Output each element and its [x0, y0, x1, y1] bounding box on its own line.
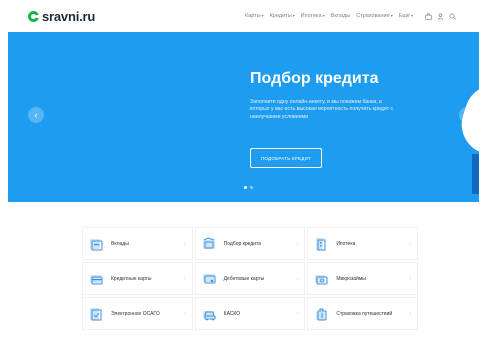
- category-credit-cards[interactable]: Кредитные карты ›: [82, 262, 193, 295]
- category-label: Страховка путешествий: [336, 310, 393, 317]
- mortgage-icon: [316, 237, 326, 250]
- nav-item-deposits[interactable]: Вклады: [331, 13, 351, 19]
- chevron-down-icon: ▾: [390, 13, 393, 18]
- chevron-right-icon: ›: [296, 275, 299, 282]
- nav-icons: [425, 12, 456, 20]
- carousel-prev-button[interactable]: ‹: [28, 107, 44, 123]
- chevron-right-icon: ›: [409, 275, 411, 282]
- category-debit-cards[interactable]: Дебетовые карты ›: [194, 262, 306, 295]
- category-label: Ипотека: [336, 240, 356, 247]
- nav-item-credits[interactable]: Кредиты▾: [270, 13, 295, 19]
- hero-title: Подбор кредита: [250, 70, 379, 87]
- category-grid: Вклады › Подбор кредита › Ипотека › Кред…: [82, 227, 418, 330]
- chevron-down-icon: ▾: [322, 13, 325, 18]
- carousel-dots: [244, 186, 253, 189]
- deposit-icon: [90, 238, 103, 250]
- user-icon[interactable]: [437, 12, 444, 20]
- briefcase-icon[interactable]: [425, 12, 432, 20]
- chevron-right-icon: ›: [183, 310, 186, 317]
- nav-item-insurance[interactable]: Страхование▾: [356, 13, 392, 19]
- site-header: sravni.ru Карты▾ Кредиты▾ Ипотека▾ Вклад…: [0, 0, 486, 32]
- search-icon[interactable]: [449, 12, 456, 20]
- category-mortgage[interactable]: Ипотека ›: [307, 227, 418, 260]
- category-label: КАСКО: [223, 310, 241, 317]
- logo-icon: [28, 10, 40, 22]
- chevron-right-icon: ›: [465, 109, 469, 120]
- category-label: Подбор кредита: [223, 240, 262, 247]
- category-label: Микрозаймы: [336, 275, 366, 282]
- chevron-down-icon: ▾: [292, 13, 295, 18]
- logo-text: sravni.ru: [42, 8, 96, 24]
- carousel-next-button[interactable]: ›: [459, 107, 475, 123]
- hero-banner: Подбор кредита Заполните одну онлайн-анк…: [8, 32, 479, 202]
- hero-description: Заполните одну онлайн-анкету, и мы покаж…: [250, 99, 394, 120]
- osago-icon: [90, 307, 102, 320]
- category-deposits[interactable]: Вклады ›: [82, 227, 193, 260]
- microloan-icon: [315, 274, 328, 284]
- page-footer-space: [0, 340, 486, 356]
- credit-selection-icon: [202, 236, 215, 249]
- kasko-icon: [202, 310, 216, 320]
- chevron-down-icon: ▾: [410, 13, 413, 18]
- category-microloans[interactable]: Микрозаймы ›: [307, 262, 418, 295]
- category-kasko[interactable]: КАСКО ›: [194, 297, 306, 330]
- chevron-down-icon: ▾: [261, 13, 264, 18]
- credit-card-icon: [90, 274, 103, 284]
- category-label: Вклады: [111, 240, 129, 247]
- logo[interactable]: sravni.ru: [28, 9, 95, 24]
- nav-item-cards[interactable]: Карты▾: [245, 13, 264, 19]
- travel-insurance-icon: [316, 308, 327, 320]
- chevron-right-icon: ›: [409, 310, 411, 317]
- select-credit-button[interactable]: ПОДОБРАТЬ КРЕДИТ: [250, 148, 322, 168]
- category-osago[interactable]: Электронное ОСАГО ›: [82, 297, 193, 330]
- chevron-left-icon: ‹: [34, 109, 38, 120]
- category-label: Кредитные карты: [111, 275, 152, 282]
- chevron-right-icon: ›: [183, 275, 186, 282]
- category-label: Дебетовые карты: [223, 275, 265, 282]
- category-travel-insurance[interactable]: Страховка путешествий ›: [307, 297, 418, 330]
- chevron-right-icon: ›: [296, 240, 299, 247]
- carousel-dot[interactable]: [250, 186, 253, 189]
- main-nav: Карты▾ Кредиты▾ Ипотека▾ Вклады Страхова…: [245, 12, 456, 20]
- category-label: Электронное ОСАГО: [111, 310, 160, 317]
- carousel-dot[interactable]: [244, 186, 247, 189]
- hero-decoration: [472, 154, 479, 194]
- nav-item-mortgage[interactable]: Ипотека▾: [301, 13, 325, 19]
- chevron-right-icon: ›: [183, 240, 186, 247]
- chevron-right-icon: ›: [409, 240, 411, 247]
- debit-card-icon: [202, 273, 216, 283]
- nav-item-more[interactable]: Ещё▾: [399, 13, 413, 19]
- chevron-right-icon: ›: [296, 310, 299, 317]
- category-credit-selection[interactable]: Подбор кредита ›: [194, 227, 306, 260]
